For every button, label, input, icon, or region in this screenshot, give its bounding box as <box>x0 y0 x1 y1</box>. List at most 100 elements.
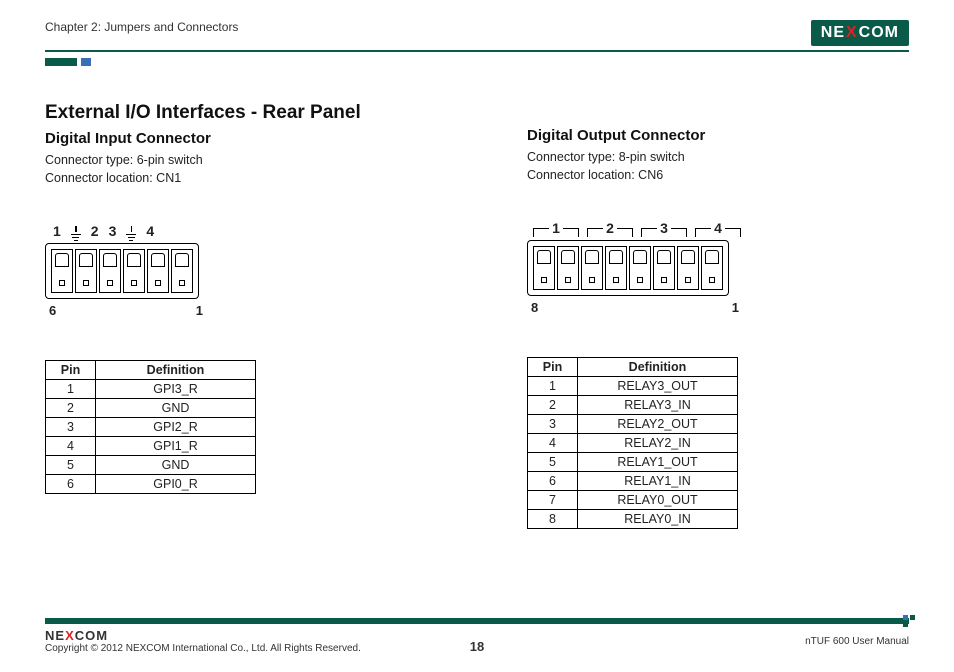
table-row: 3RELAY2_OUT <box>528 415 738 434</box>
table-row: 2RELAY3_IN <box>528 396 738 415</box>
pin-dot <box>589 277 595 283</box>
table-row: 3GPI2_R <box>46 418 256 437</box>
table-cell: GND <box>96 456 256 475</box>
table-cell: RELAY0_IN <box>578 510 738 529</box>
page-footer: NEXCOM Copyright © 2012 NEXCOM Internati… <box>45 618 909 654</box>
pin-slot <box>533 246 555 290</box>
pin-dot <box>709 277 715 283</box>
page-number: 18 <box>470 639 484 654</box>
right-connector-location: Connector location: CN6 <box>527 166 909 184</box>
table-cell: 1 <box>46 380 96 399</box>
table-cell: 8 <box>528 510 578 529</box>
pin-label: 3 <box>109 223 117 239</box>
right-heading: Digital Output Connector <box>527 127 909 144</box>
footer-logo: NEXCOM <box>45 628 108 643</box>
footer-left: NEXCOM Copyright © 2012 NEXCOM Internati… <box>45 628 361 654</box>
table-row: 7RELAY0_OUT <box>528 491 738 510</box>
left-top-labels: 1 2 3 4 <box>45 223 427 239</box>
table-row: 8RELAY0_IN <box>528 510 738 529</box>
right-connector-box <box>527 240 729 296</box>
accent-bars <box>45 58 909 66</box>
left-end-labels: 6 1 <box>45 303 207 318</box>
table-cell: RELAY3_IN <box>578 396 738 415</box>
pin-dot <box>637 277 643 283</box>
table-header-def: Definition <box>96 361 256 380</box>
pin-label: 1 <box>53 223 61 239</box>
bracket-label: 4 <box>691 220 745 236</box>
end-label-right: 1 <box>732 300 739 315</box>
right-column: Digital Output Connector Connector type:… <box>527 102 909 529</box>
accent-bar-green <box>45 58 77 66</box>
table-cell: 1 <box>528 377 578 396</box>
table-header-pin: Pin <box>528 358 578 377</box>
table-row: 1RELAY3_OUT <box>528 377 738 396</box>
end-label-left: 8 <box>531 300 538 315</box>
pin-slot <box>171 249 193 293</box>
accent-bar-blue <box>81 58 91 66</box>
manual-name: nTUF 600 User Manual <box>805 636 909 647</box>
table-cell: 2 <box>46 399 96 418</box>
pin-slot <box>581 246 603 290</box>
chapter-title: Chapter 2: Jumpers and Connectors <box>45 20 238 34</box>
left-pin-table: Pin Definition 1GPI3_R2GND3GPI2_R4GPI1_R… <box>45 360 256 494</box>
left-connector-type: Connector type: 6-pin switch <box>45 151 427 169</box>
table-cell: RELAY2_IN <box>578 434 738 453</box>
table-cell: 5 <box>46 456 96 475</box>
pin-slot <box>629 246 651 290</box>
table-cell: GPI3_R <box>96 380 256 399</box>
table-cell: RELAY1_IN <box>578 472 738 491</box>
pin-label: 4 <box>146 223 154 239</box>
table-row: 4GPI1_R <box>46 437 256 456</box>
pin-dot <box>541 277 547 283</box>
pin-dot <box>155 280 161 286</box>
pin-slot <box>701 246 723 290</box>
copyright-text: Copyright © 2012 NEXCOM International Co… <box>45 643 361 654</box>
pin-dot <box>59 280 65 286</box>
left-connector-box <box>45 243 199 299</box>
table-row: 6RELAY1_IN <box>528 472 738 491</box>
table-cell: 6 <box>528 472 578 491</box>
pin-slot <box>677 246 699 290</box>
bracket-label: 1 <box>529 220 583 236</box>
pin-slot <box>51 249 73 293</box>
table-row: 5GND <box>46 456 256 475</box>
left-connector-diagram: 1 2 3 4 6 1 <box>45 223 427 318</box>
pin-slot <box>75 249 97 293</box>
page-header: Chapter 2: Jumpers and Connectors NEXCOM <box>45 20 909 52</box>
table-cell: GPI2_R <box>96 418 256 437</box>
table-cell: GPI0_R <box>96 475 256 494</box>
left-heading: Digital Input Connector <box>45 130 427 147</box>
ground-icon <box>71 226 81 241</box>
end-label-left: 6 <box>49 303 56 318</box>
table-cell: 4 <box>528 434 578 453</box>
table-cell: 6 <box>46 475 96 494</box>
content-area: External I/O Interfaces - Rear Panel Dig… <box>45 102 909 529</box>
brand-logo: NEXCOM <box>811 20 909 46</box>
pin-dot <box>131 280 137 286</box>
table-row: 5RELAY1_OUT <box>528 453 738 472</box>
table-cell: 4 <box>46 437 96 456</box>
table-cell: RELAY3_OUT <box>578 377 738 396</box>
end-label-right: 1 <box>196 303 203 318</box>
table-cell: RELAY0_OUT <box>578 491 738 510</box>
table-cell: 5 <box>528 453 578 472</box>
pin-slot <box>147 249 169 293</box>
table-row: 4RELAY2_IN <box>528 434 738 453</box>
table-cell: 7 <box>528 491 578 510</box>
table-cell: RELAY1_OUT <box>578 453 738 472</box>
table-cell: GND <box>96 399 256 418</box>
pin-dot <box>107 280 113 286</box>
bracket-label: 3 <box>637 220 691 236</box>
left-column: External I/O Interfaces - Rear Panel Dig… <box>45 102 427 529</box>
right-top-labels: 1 2 3 4 <box>529 220 745 236</box>
table-cell: GPI1_R <box>96 437 256 456</box>
pin-dot <box>565 277 571 283</box>
pin-slot <box>557 246 579 290</box>
brand-pre: NE <box>821 24 845 42</box>
right-connector-diagram: 1 2 3 4 8 1 <box>527 220 909 315</box>
brand-post: COM <box>859 24 899 42</box>
table-row: 6GPI0_R <box>46 475 256 494</box>
pin-label: 2 <box>91 223 99 239</box>
brand-x: X <box>846 24 858 42</box>
right-connector-type: Connector type: 8-pin switch <box>527 148 909 166</box>
